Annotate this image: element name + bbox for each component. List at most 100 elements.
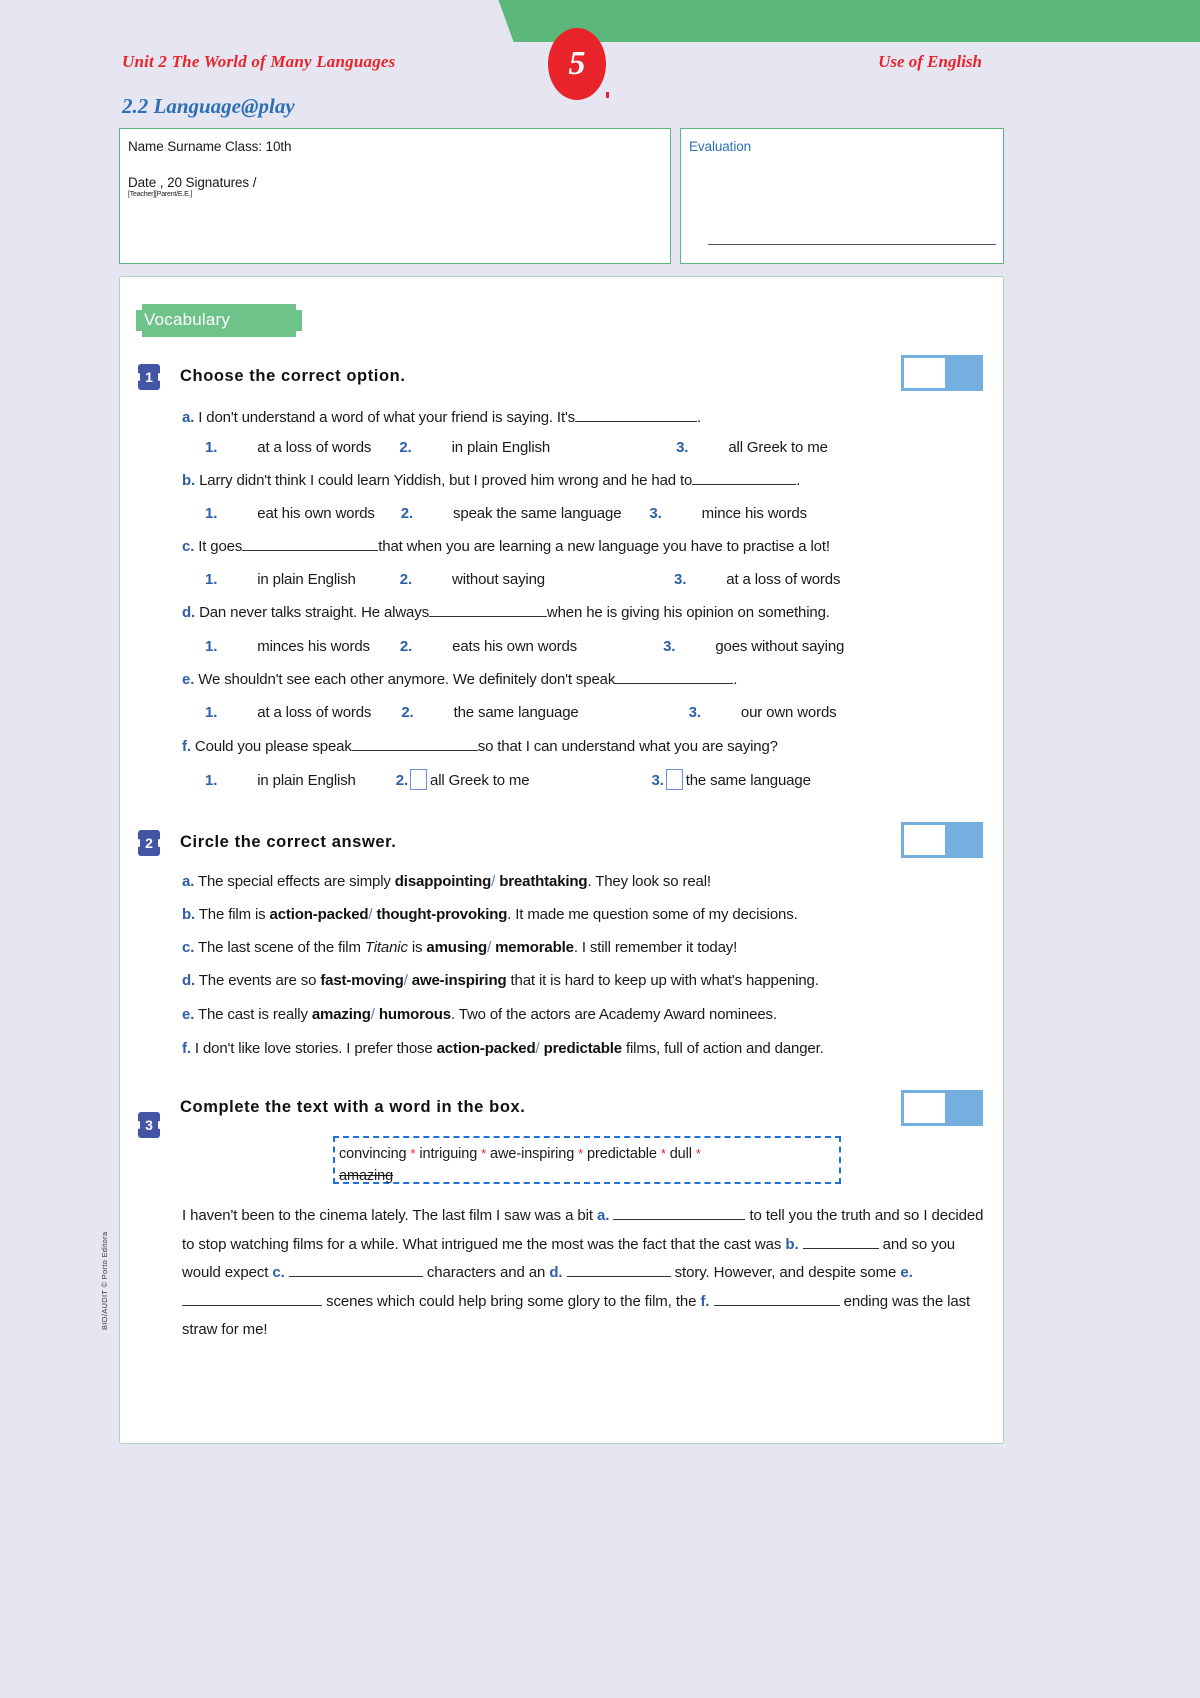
q1e-stem: We shouldn't see each other anymore. We …: [198, 671, 616, 688]
q1e-opt1[interactable]: at a loss of words: [257, 704, 371, 721]
evaluation-box[interactable]: Evaluation: [680, 128, 1004, 264]
q2f-choice2[interactable]: predictable: [544, 1040, 623, 1057]
q1f-opt3-num: 3.: [651, 772, 664, 789]
q1f-tail: so that I can understand what you are sa…: [477, 738, 778, 755]
q1f-opt3-checkbox[interactable]: [665, 769, 683, 790]
q1d-opt2[interactable]: eats his own words: [452, 638, 577, 655]
section-title: Use of English: [878, 52, 982, 71]
q1c-opt1[interactable]: in plain English: [257, 571, 356, 588]
q1e-options: 1. at a loss of words 2. the same langua…: [205, 704, 837, 721]
q1f-opt2-checkbox[interactable]: [410, 769, 427, 790]
q2a-text: a. The special effects are simply disapp…: [182, 873, 711, 890]
evaluation-label: Evaluation: [689, 139, 752, 154]
q2f-pre: I don't like love stories. I prefer thos…: [194, 1040, 437, 1057]
exercise-2-score-slash: /: [908, 825, 913, 844]
q1a-opt1-num: 1.: [205, 439, 218, 456]
exercise-2-number: 2: [137, 830, 161, 856]
word-sep-1: *: [410, 1146, 416, 1161]
q1a-opt1[interactable]: at a loss of words: [257, 439, 371, 456]
vocabulary-tag-label: Vocabulary: [144, 310, 231, 329]
q2a-label: a.: [182, 873, 195, 890]
para-part-4: characters and an: [422, 1264, 550, 1281]
q1a-opt3[interactable]: all Greek to me: [728, 439, 828, 456]
q1e-blank[interactable]: [615, 683, 734, 684]
q1d-opt1[interactable]: minces his words: [257, 638, 370, 655]
q1e-tail: .: [733, 671, 738, 688]
q1f-opt2[interactable]: all Greek to me: [430, 772, 530, 789]
para-blank-c[interactable]: [288, 1276, 423, 1277]
q2c-label: c.: [182, 939, 195, 956]
q2d-post: that it is hard to keep up with what's h…: [506, 972, 819, 989]
q1f-opt1[interactable]: in plain English: [257, 772, 356, 789]
q2d-sep: /: [403, 972, 408, 989]
q2c-text: c. The last scene of the film Titanic is…: [182, 939, 737, 956]
q1e-opt1-num: 1.: [205, 704, 218, 721]
identity-box[interactable]: Name Surname Class: 10th Date , 20 Signa…: [119, 128, 671, 264]
vocabulary-section-tag: Vocabulary: [135, 303, 302, 338]
para-d-label: d.: [549, 1264, 563, 1281]
q1f-opt3[interactable]: the same language: [686, 772, 811, 789]
exercise-3-score-box[interactable]: /: [901, 1090, 983, 1126]
q1d-opt3[interactable]: goes without saying: [715, 638, 844, 655]
word-convincing[interactable]: convincing: [339, 1146, 407, 1162]
q1c-opt2[interactable]: without saying: [452, 571, 545, 588]
q2d-choice1[interactable]: fast-moving: [320, 972, 404, 989]
exercise-1-score-box[interactable]: /: [901, 355, 983, 391]
q1e-opt2-num: 2.: [401, 704, 414, 721]
q1d-blank[interactable]: [428, 616, 547, 617]
q1a-opt2[interactable]: in plain English: [452, 439, 551, 456]
exercise-3-number: 3: [137, 1112, 161, 1138]
q1a-tail: .: [697, 409, 702, 426]
q1b-opt2[interactable]: speak the same language: [453, 505, 621, 522]
exercise-1-title: Choose the correct option.: [180, 367, 406, 385]
q1b-opt3[interactable]: mince his words: [702, 505, 807, 522]
q1e-opt3-num: 3.: [688, 704, 701, 721]
para-blank-d[interactable]: [566, 1276, 671, 1277]
q1f-opt2-num: 2.: [395, 772, 408, 789]
q1d-text: d. Dan never talks straight. He always wh…: [182, 604, 830, 621]
q1b-tail: .: [796, 472, 801, 489]
q2e-choice2[interactable]: humorous: [379, 1006, 451, 1023]
para-blank-a[interactable]: [613, 1219, 746, 1220]
para-blank-e[interactable]: [182, 1304, 322, 1306]
q1c-blank[interactable]: [242, 550, 379, 551]
q2b-choice1[interactable]: action-packed: [270, 906, 369, 923]
word-predictable[interactable]: predictable: [587, 1146, 657, 1162]
q1a-options: 1. at a loss of words 2. in plain Englis…: [205, 439, 828, 456]
q2f-choice1[interactable]: action-packed: [437, 1040, 536, 1057]
para-blank-f[interactable]: [713, 1304, 840, 1306]
word-awe-inspiring[interactable]: awe-inspiring: [490, 1146, 574, 1162]
q1b-blank[interactable]: [692, 484, 797, 485]
q1a-blank[interactable]: [575, 421, 698, 422]
q1c-tail: that when you are learning a new languag…: [378, 538, 830, 555]
q1e-opt3[interactable]: our own words: [741, 704, 837, 721]
q2e-text: e. The cast is really amazing/ humorous.…: [182, 1006, 777, 1023]
q1a-opt3-num: 3.: [676, 439, 689, 456]
q1a-text: a. I don't understand a word of what you…: [182, 409, 701, 426]
q2c-choice1[interactable]: amusing: [426, 939, 487, 956]
exercise-1-number: 1: [137, 364, 161, 390]
q2a-choice2[interactable]: breathtaking: [499, 873, 587, 890]
q2c-choice2[interactable]: memorable: [495, 939, 574, 956]
para-part-6: scenes which could help bring some glory…: [322, 1292, 701, 1310]
exercise-2-score-box[interactable]: /: [901, 822, 983, 858]
q2e-choice1[interactable]: amazing: [312, 1006, 371, 1023]
q1c-opt1-num: 1.: [205, 571, 218, 588]
word-dull[interactable]: dull: [670, 1146, 692, 1162]
q1c-options: 1. in plain English 2. without saying 3.…: [205, 571, 840, 588]
q1a-stem: I don't understand a word of what your f…: [198, 409, 576, 426]
q1b-opt1[interactable]: eat his own words: [257, 505, 375, 522]
identity-name-line: Name Surname Class: 10th: [128, 139, 292, 154]
q2b-label: b.: [182, 906, 196, 923]
q2d-choice2[interactable]: awe-inspiring: [412, 972, 507, 989]
q1d-opt3-num: 3.: [663, 638, 676, 655]
q1e-opt2[interactable]: the same language: [454, 704, 579, 721]
q2a-choice1[interactable]: disappointing: [395, 873, 492, 890]
q2a-post: . They look so real!: [587, 873, 711, 890]
q1f-blank[interactable]: [351, 750, 478, 751]
q2b-choice2[interactable]: thought-provoking: [376, 906, 507, 923]
para-blank-b[interactable]: [802, 1247, 879, 1249]
q1c-opt3[interactable]: at a loss of words: [726, 571, 840, 588]
word-intriguing[interactable]: intriguing: [419, 1146, 477, 1162]
word-amazing[interactable]: amazing: [339, 1168, 393, 1184]
